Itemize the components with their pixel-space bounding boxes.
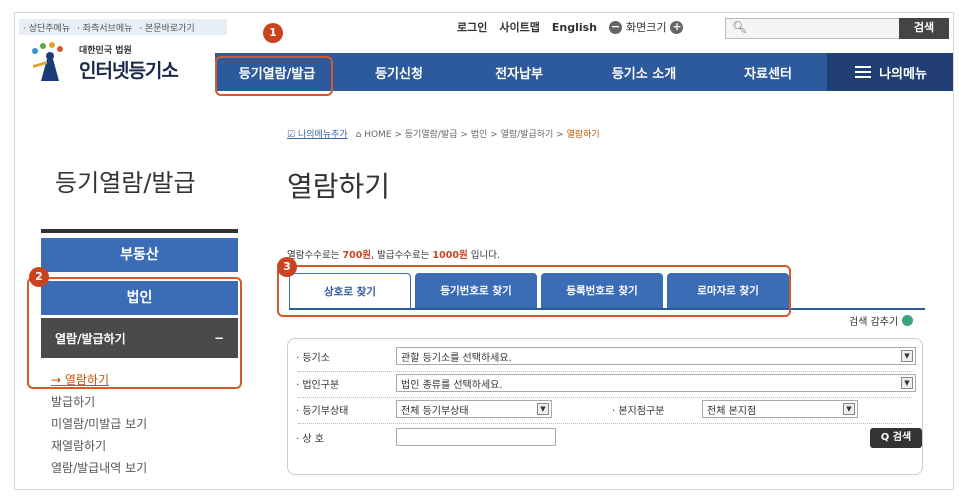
lnb-item-issue[interactable]: 발급하기 [51, 391, 147, 413]
office-select[interactable]: 관할 등기소를 선택하세요. ▼ [396, 347, 916, 365]
breadcrumb-path: ⌂ HOME > 등기열람/발급 > 법인 > 열람/발급하기 > 열람하기 [355, 130, 600, 140]
annotation-badge-1: 1 [263, 23, 283, 43]
view-fee: 700원 [342, 250, 372, 261]
annotation-box-3 [277, 265, 791, 317]
search-icon: 🔍︎ [732, 20, 748, 34]
lnb-realestate-button[interactable]: 부동산 [41, 238, 238, 272]
skip-link-top-menu[interactable]: · 상단주메뉴 [23, 24, 70, 34]
breadcrumb: ☑ 나의메뉴추가 ⌂ HOME > 등기열람/발급 > 법인 > 열람/발급하기… [287, 127, 600, 140]
search-button[interactable]: 검색 [899, 18, 949, 39]
zoom-out-icon[interactable]: − [609, 20, 622, 34]
branch-select[interactable]: 전체 본지점 ▼ [702, 400, 858, 418]
logo-title: 인터넷등기소 [79, 60, 179, 82]
nav-item-payment[interactable]: 전자납부 [459, 63, 579, 82]
skip-link-left-menu[interactable]: · 좌측서브메뉴 [77, 24, 132, 34]
form-search-button[interactable]: Q 검색 [870, 428, 922, 448]
dropdown-icon: ▼ [843, 403, 855, 415]
nav-item-about[interactable]: 등기소 소개 [579, 63, 709, 82]
section-title: 등기열람/발급 [55, 169, 196, 197]
lnb-item-history[interactable]: 열람/발급내역 보기 [51, 457, 147, 479]
annotation-badge-2: 2 [29, 267, 49, 287]
zoom-in-icon[interactable]: + [670, 20, 684, 34]
lnb-item-review[interactable]: 재열람하기 [51, 435, 147, 457]
add-favorite-link[interactable]: ☑ 나의메뉴추가 [287, 127, 348, 140]
dropdown-icon: ▼ [537, 403, 549, 415]
breadcrumb-current: 열람하기 [566, 130, 600, 140]
page-title: 열람하기 [287, 170, 391, 203]
search-form: · 등기소 관할 등기소를 선택하세요. ▼ · 법인구분 법인 종류를 선택하세… [287, 338, 923, 475]
collapse-search-toggle[interactable]: 검색 감추기 [849, 313, 914, 328]
nav-item-resources[interactable]: 자료센터 [709, 63, 827, 82]
annotation-badge-3: 3 [277, 257, 297, 277]
corp-type-label: · 법인구분 [296, 380, 340, 391]
branch-label: · 본지점구분 [612, 406, 665, 417]
skip-links: · 상단주메뉴 · 좌측서브메뉴 · 본문바로가기 [19, 19, 227, 35]
court-emblem-icon [27, 41, 71, 85]
english-link[interactable]: English [552, 21, 597, 34]
nav-item-apply[interactable]: 등기신청 [339, 63, 459, 82]
search-input[interactable] [725, 18, 900, 39]
my-menu-label: 나의메뉴 [879, 66, 927, 82]
browser-frame: · 상단주메뉴 · 좌측서브메뉴 · 본문바로가기 로그인 사이트맵 Engli… [14, 12, 954, 490]
dropdown-icon: ▼ [901, 350, 913, 362]
my-menu-button[interactable]: 나의메뉴 [827, 53, 953, 91]
issue-fee: 1000원 [432, 250, 468, 261]
skip-link-content[interactable]: · 본문바로가기 [139, 24, 194, 34]
annotation-box-2 [27, 277, 242, 389]
login-link[interactable]: 로그인 [457, 19, 487, 35]
name-input[interactable] [396, 428, 556, 446]
corp-type-select[interactable]: 법인 종류를 선택하세요. ▼ [396, 374, 916, 392]
zoom-label: 화면크기 [626, 21, 667, 34]
hamburger-icon [855, 66, 872, 78]
logo-subtitle: 대한민국 법원 [79, 46, 132, 56]
dropdown-icon: ▼ [901, 377, 913, 389]
name-label: · 상 호 [296, 434, 324, 445]
office-label: · 등기소 [296, 353, 330, 364]
status-select[interactable]: 전체 등기부상태 ▼ [396, 400, 552, 418]
zoom-control: − 화면크기 + [609, 19, 684, 35]
utility-links: 로그인 사이트맵 English − 화면크기 + [457, 19, 684, 35]
logo[interactable]: 대한민국 법원 인터넷등기소 [27, 41, 179, 85]
collapse-icon [902, 315, 914, 326]
section-divider [41, 229, 238, 233]
status-label: · 등기부상태 [296, 406, 349, 417]
fee-notice: 열람수수료는 700원, 발급수수료는 1000원 입니다. [287, 250, 500, 261]
annotation-box-1 [215, 56, 333, 96]
lnb-item-pending[interactable]: 미열람/미발급 보기 [51, 413, 147, 435]
sitemap-link[interactable]: 사이트맵 [499, 19, 539, 35]
